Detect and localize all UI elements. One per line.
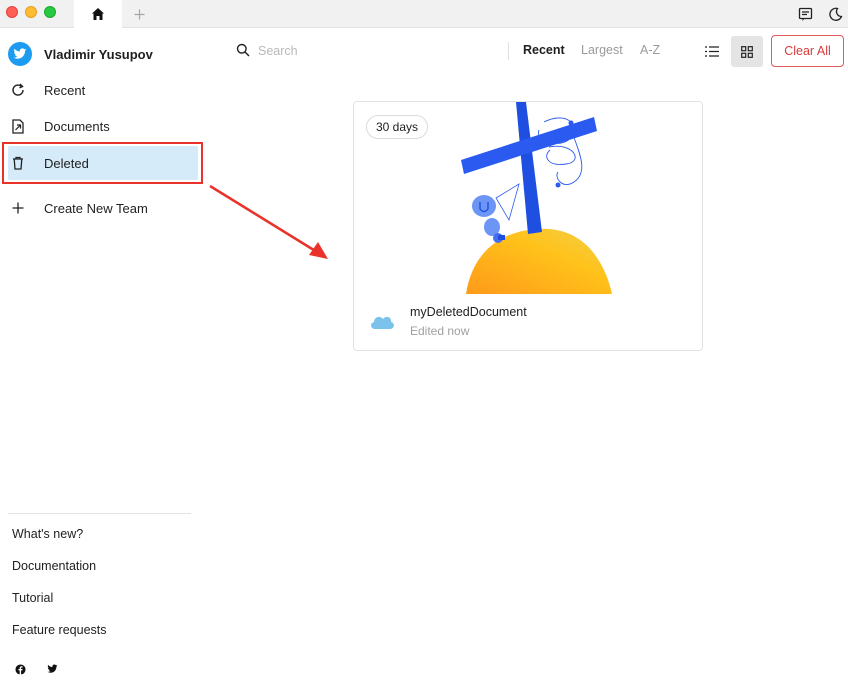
create-team-button[interactable]: Create New Team: [8, 191, 198, 225]
sort-az[interactable]: A-Z: [640, 43, 660, 57]
sidebar-item-recent[interactable]: Recent: [8, 73, 198, 107]
tutorial-link[interactable]: Tutorial: [12, 591, 53, 605]
twitter-icon: [46, 664, 58, 673]
sidebar-divider: [8, 513, 191, 514]
user-name: Vladimir Yusupov: [44, 46, 153, 62]
days-remaining-badge: 30 days: [366, 115, 429, 139]
twitter-link[interactable]: [45, 662, 59, 676]
minimize-window-button[interactable]: [25, 6, 37, 18]
grid-view-button[interactable]: [731, 36, 763, 67]
search-icon: [236, 43, 252, 59]
document-thumbnail: [461, 102, 612, 294]
user-profile[interactable]: Vladimir Yusupov: [8, 42, 153, 66]
clear-all-button[interactable]: Clear All: [771, 35, 844, 67]
sidebar: Vladimir Yusupov Recent Documents Delete…: [0, 28, 203, 683]
list-icon: [705, 46, 719, 57]
facebook-icon: [14, 663, 26, 675]
plus-icon: [8, 198, 28, 218]
annotation-arrow: [209, 184, 328, 259]
annotation-highlight: [2, 142, 203, 184]
moon-icon: [828, 7, 842, 21]
tab-home[interactable]: [74, 0, 122, 28]
whats-new-link[interactable]: What's new?: [12, 527, 83, 541]
sort-recent[interactable]: Recent: [523, 43, 565, 57]
documentation-link[interactable]: Documentation: [12, 559, 96, 573]
maximize-window-button[interactable]: [44, 6, 56, 18]
bird-icon: [13, 48, 27, 59]
sidebar-item-documents[interactable]: Documents: [8, 109, 198, 143]
avatar: [8, 42, 32, 66]
message-icon: [798, 7, 812, 21]
close-window-button[interactable]: [6, 6, 18, 18]
home-icon: [92, 8, 104, 20]
sidebar-item-label: Recent: [44, 82, 86, 98]
theme-toggle-button[interactable]: [826, 5, 844, 23]
document-name: myDeletedDocument: [410, 305, 527, 319]
list-view-button[interactable]: [696, 36, 728, 67]
document-card[interactable]: 30 days myDeletedDocument Edited now: [353, 101, 703, 351]
feature-requests-link[interactable]: Feature requests: [12, 623, 107, 637]
sort-largest[interactable]: Largest: [581, 43, 623, 57]
cloud-icon: [368, 312, 396, 332]
document-icon: [8, 116, 28, 136]
grid-icon: [741, 45, 753, 58]
plus-icon: [134, 9, 144, 19]
new-tab-button[interactable]: [128, 0, 150, 28]
facebook-link[interactable]: [13, 662, 27, 676]
feedback-button[interactable]: [796, 5, 814, 23]
document-edited-time: Edited now: [410, 324, 470, 338]
sidebar-item-label: Documents: [44, 118, 110, 134]
search-input[interactable]: [258, 41, 458, 61]
refresh-icon: [8, 80, 28, 100]
toolbar: Recent Largest A-Z Clear All: [200, 28, 848, 74]
sort-divider: [508, 42, 509, 60]
sidebar-item-label: Create New Team: [44, 200, 148, 216]
window-titlebar: [0, 0, 848, 28]
